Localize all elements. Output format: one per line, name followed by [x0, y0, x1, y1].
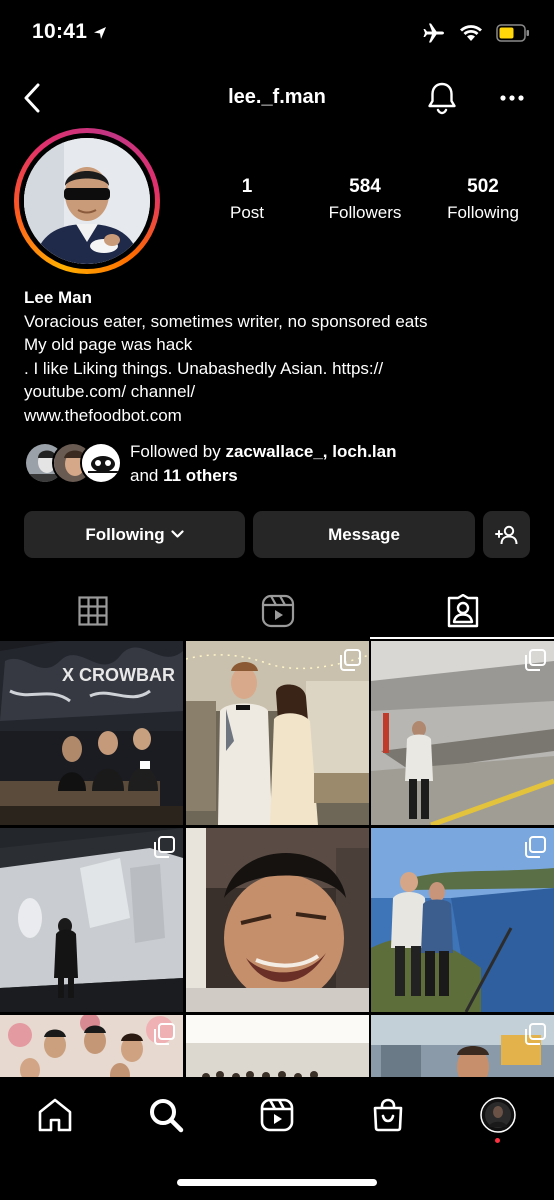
tagged-posts-grid: X CROWBAR — [0, 641, 554, 1077]
following-count[interactable]: 502 Following — [423, 176, 543, 223]
grid-post[interactable] — [186, 1015, 369, 1077]
notification-dot — [495, 1138, 500, 1143]
shop-bag-icon — [373, 1098, 403, 1132]
bio-line: My old page was hack — [24, 335, 193, 355]
profile-bio: Lee Man Voracious eater, sometimes write… — [24, 286, 534, 428]
grid-post[interactable] — [186, 641, 369, 825]
grid-post[interactable]: X CROWBAR — [0, 641, 183, 825]
status-bar: 10:41 — [0, 0, 554, 70]
bio-line[interactable]: . I like Liking things. Unabashedly Asia… — [24, 357, 534, 381]
profile-name: Lee Man — [24, 288, 93, 307]
reels-icon — [260, 1098, 294, 1132]
tab-tagged[interactable] — [370, 584, 554, 638]
grid-post[interactable] — [371, 1015, 554, 1077]
follower-avatar — [80, 442, 122, 484]
following-button[interactable]: Following — [24, 511, 245, 558]
suggested-users-button[interactable] — [483, 511, 530, 558]
tab-posts-grid[interactable] — [0, 584, 185, 638]
multiple-posts-icon — [154, 836, 175, 858]
multiple-posts-icon — [525, 836, 546, 858]
nav-reels[interactable] — [247, 1093, 307, 1137]
search-icon — [150, 1099, 184, 1133]
multiple-posts-icon — [525, 1023, 546, 1045]
status-icons — [422, 22, 530, 44]
location-arrow-icon — [94, 27, 106, 39]
multiple-posts-icon — [525, 649, 546, 671]
more-options-button[interactable] — [494, 78, 530, 118]
airplane-icon — [423, 23, 444, 43]
active-tab-indicator — [370, 637, 554, 639]
status-time: 10:41 — [32, 20, 88, 43]
chevron-down-icon — [171, 530, 184, 538]
followed-by[interactable]: Followed by zacwallace_, loch.lan and 11… — [24, 440, 534, 488]
profile-username: lee._f.man — [228, 86, 326, 108]
grid-post[interactable] — [371, 641, 554, 825]
multiple-posts-icon — [340, 649, 361, 671]
profile-avatar — [24, 138, 150, 264]
nav-search[interactable] — [136, 1093, 196, 1137]
reels-icon — [261, 594, 294, 628]
more-dots-icon — [500, 95, 524, 101]
tab-reels[interactable] — [185, 584, 370, 638]
followers-count[interactable]: 584 Followers — [305, 176, 425, 223]
bio-link[interactable]: www.thefoodbot.com — [24, 404, 534, 428]
grid-post[interactable] — [186, 828, 369, 1012]
grid-post[interactable] — [0, 1015, 183, 1077]
profile-avatar-icon — [480, 1097, 516, 1133]
grid-icon — [77, 596, 108, 626]
bell-icon — [428, 82, 456, 115]
tagged-icon — [447, 594, 478, 628]
home-icon — [38, 1098, 72, 1132]
add-person-icon — [494, 525, 517, 544]
battery-icon — [496, 24, 529, 42]
multiple-posts-icon — [154, 1023, 175, 1045]
grid-post[interactable] — [371, 828, 554, 1012]
bio-line: Voracious eater, sometimes writer, no sp… — [24, 311, 428, 331]
followed-by-text: Followed by zacwallace_, loch.lan and 11… — [130, 442, 397, 485]
home-indicator — [177, 1179, 377, 1186]
svg-text:X CROWBAR: X CROWBAR — [62, 665, 175, 685]
bio-line[interactable]: youtube.com/ channel/ — [24, 380, 534, 404]
message-button[interactable]: Message — [253, 511, 475, 558]
notifications-button[interactable] — [422, 78, 462, 118]
wifi-icon — [460, 25, 482, 41]
grid-post[interactable] — [0, 828, 183, 1012]
nav-profile[interactable] — [468, 1093, 528, 1137]
profile-tabs — [0, 584, 554, 640]
profile-header: lee._f.man — [0, 70, 554, 126]
story-ring[interactable] — [14, 128, 160, 274]
posts-count[interactable]: 1 Post — [187, 176, 307, 223]
nav-home[interactable] — [25, 1093, 85, 1137]
nav-shop[interactable] — [358, 1093, 418, 1137]
